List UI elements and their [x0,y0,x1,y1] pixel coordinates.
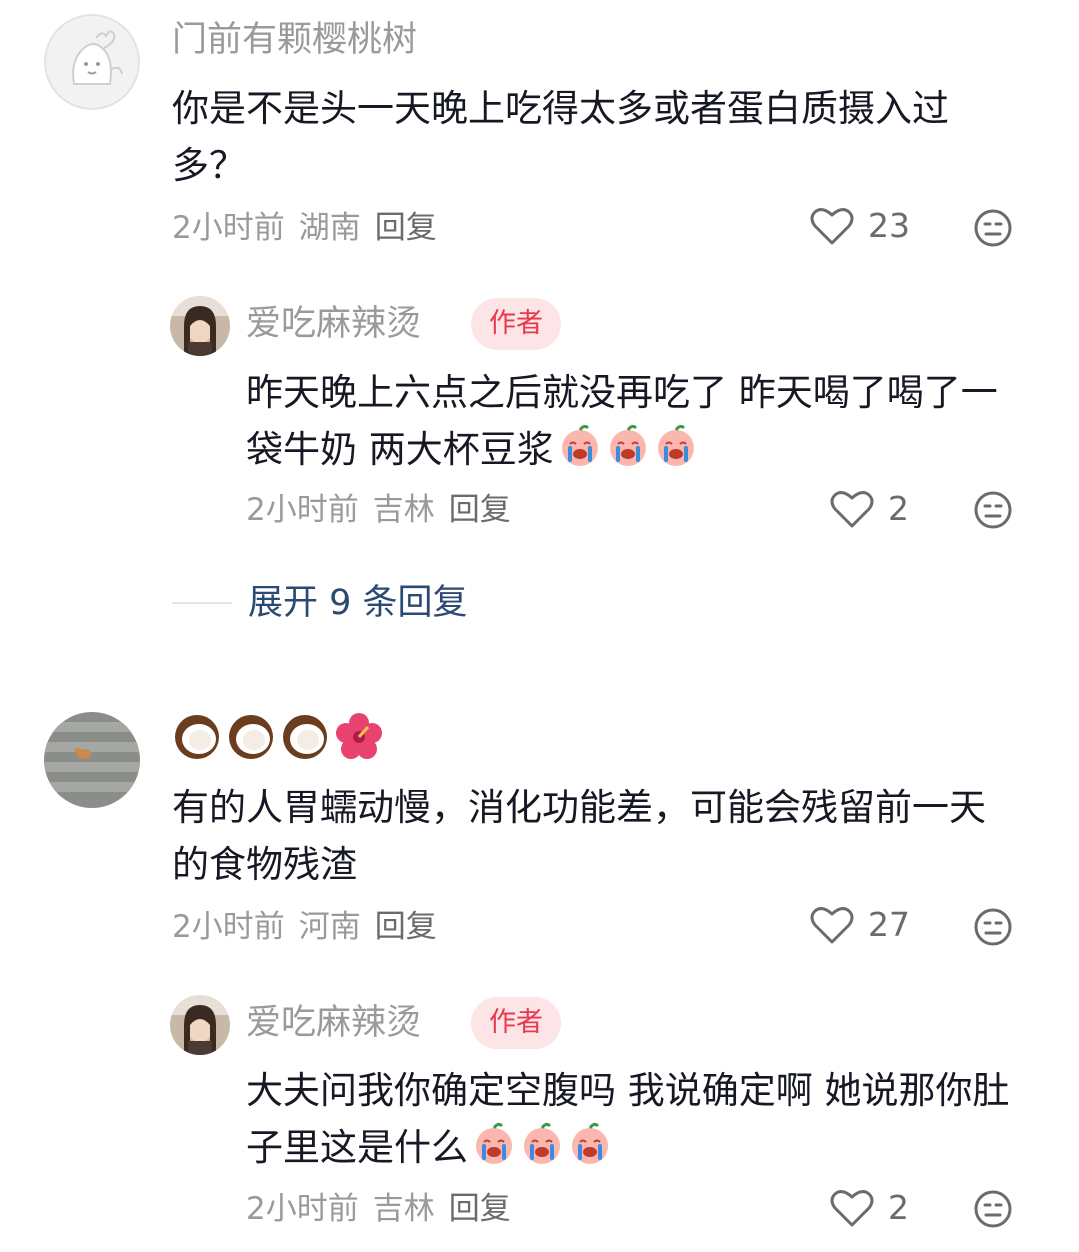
like-button[interactable]: 27 [810,905,910,945]
author-badge: 作者 [471,298,561,350]
location: 吉林 [372,492,435,528]
comment-text: 你是不是头一天晚上吃得太多或者蛋白质摄入过多？ [172,87,949,187]
timestamp: 2小时前 [172,210,285,246]
heart-icon [830,491,874,528]
author-avatar[interactable] [170,296,230,356]
author-badge: 作者 [471,997,561,1049]
dislike-icon[interactable] [973,907,1013,947]
dislike-icon[interactable] [973,490,1013,530]
like-count: 27 [868,905,910,944]
crying-peach-emoji [657,424,694,466]
crying-peach-emoji [561,424,598,466]
reply-meta: 2小时前 吉林 回复 [246,490,525,530]
reply-button[interactable]: 回复 [375,909,437,945]
timestamp: 2小时前 [172,909,285,945]
dislike-icon[interactable] [973,1189,1013,1229]
author-name[interactable]: 爱吃麻辣烫 [246,302,421,346]
divider [172,602,232,604]
reply-text-content: 大夫问我你确定空腹吗 我说确定啊 她说那你肚子里这是什么 [246,1069,1010,1169]
expand-replies-label[interactable]: 展开 9 条回复 [248,580,468,626]
dislike-icon[interactable] [973,208,1013,248]
crying-peach-emoji [572,1122,608,1164]
like-button[interactable]: 23 [810,206,910,246]
crying-peach-emoji [524,1122,560,1164]
heart-icon [810,208,854,245]
timestamp: 2小时前 [246,1191,359,1227]
heart-icon [810,907,854,944]
avatar[interactable] [44,14,140,110]
heart-icon [830,1190,874,1227]
like-count: 2 [888,489,909,528]
reply-text: 大夫问我你确定空腹吗 我说确定啊 她说那你肚子里这是什么 [246,1062,1036,1176]
comment-text: 有的人胃蠕动慢，消化功能差，可能会残留前一天的食物残渣 [172,786,986,886]
like-count: 2 [888,1188,909,1227]
comment-meta: 2小时前 河南 回复 [172,907,451,947]
like-button[interactable]: 2 [830,1188,909,1228]
username[interactable]: 门前有颗樱桃树 [172,18,417,62]
like-button[interactable]: 2 [830,489,909,529]
coconut-icon [283,715,327,759]
author-name[interactable]: 爱吃麻辣烫 [246,1001,421,1045]
reply-button[interactable]: 回复 [375,210,437,246]
location: 吉林 [372,1191,435,1227]
reply-text: 昨天晚上六点之后就没再吃了 昨天喝了喝了一袋牛奶 两大杯豆浆 [246,364,1026,478]
reply-button[interactable]: 回复 [449,492,511,528]
location: 河南 [298,909,361,945]
author-avatar[interactable] [170,995,230,1055]
crying-peach-emoji [476,1122,512,1164]
comment-meta: 2小时前 湖南 回复 [172,208,451,248]
crying-peach-emoji [609,424,646,466]
coconut-icon [229,715,273,759]
timestamp: 2小时前 [246,492,359,528]
reply-button[interactable]: 回复 [449,1191,511,1227]
reply-meta: 2小时前 吉林 回复 [246,1189,525,1229]
hibiscus-icon [336,713,382,759]
expand-replies[interactable]: 展开 9 条回复 [172,580,468,626]
username-emoji[interactable] [172,711,388,761]
coconut-icon [175,715,219,759]
like-count: 23 [868,206,910,245]
location: 湖南 [298,210,361,246]
avatar[interactable] [44,712,140,808]
